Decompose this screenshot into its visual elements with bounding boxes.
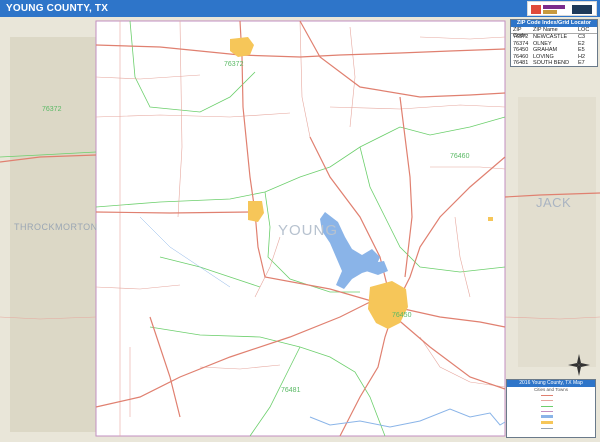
east-neighbor-inner	[518, 97, 596, 367]
neighbor-county-label-west: THROCKMORTON	[14, 222, 98, 232]
zip-label: 76481	[281, 387, 301, 394]
zip-index-header-cell: ZIP Name	[533, 27, 558, 33]
neighbor-county-label-east: JACK	[536, 195, 572, 210]
title-bar: YOUNG COUNTY, TX	[0, 0, 600, 17]
county-label: YOUNG	[278, 222, 339, 239]
legend-road-symbol	[541, 400, 553, 401]
legend-city-symbol	[541, 420, 553, 424]
legend-title: 2016 Young County, TX Map	[507, 380, 595, 387]
legend-county-symbol	[541, 411, 553, 412]
zip-loc-cell: E7	[578, 59, 585, 66]
zip-index-header-cell: LOC	[578, 27, 590, 33]
brand-logo[interactable]	[527, 1, 597, 16]
zip-label: 76372	[42, 106, 62, 113]
zip-index-title: ZIP Code Index/Grid Locator	[511, 20, 597, 27]
page-title: YOUNG COUNTY, TX	[6, 3, 109, 14]
zip-index-header-cell: ZIP Code	[513, 27, 527, 40]
zip-index-header: ZIP Code ZIP Name LOC	[511, 27, 597, 40]
zip-index-row: 76481 SOUTH BEND E7	[511, 60, 597, 66]
legend-water-symbol	[541, 415, 553, 418]
small-town	[488, 217, 493, 221]
zip-index-table: ZIP Code Index/Grid Locator ZIP Code ZIP…	[510, 19, 598, 68]
zip-name-cell: SOUTH BEND	[533, 59, 570, 66]
brand-logo-icon	[531, 5, 592, 14]
zip-code-cell: 76481	[513, 59, 529, 66]
legend-row	[507, 425, 595, 431]
zip-label: 76450	[392, 312, 412, 319]
legend-boundary-symbol	[541, 427, 553, 429]
compass-rose-icon	[568, 354, 590, 376]
legend-highway-symbol	[541, 394, 553, 396]
map-legend: 2016 Young County, TX Map Cities and Tow…	[506, 379, 596, 438]
legend-zip-symbol	[541, 405, 553, 407]
zip-label: 76460	[450, 153, 470, 160]
zip-label: 76372	[224, 61, 244, 68]
west-neighbor-inner	[10, 37, 96, 432]
